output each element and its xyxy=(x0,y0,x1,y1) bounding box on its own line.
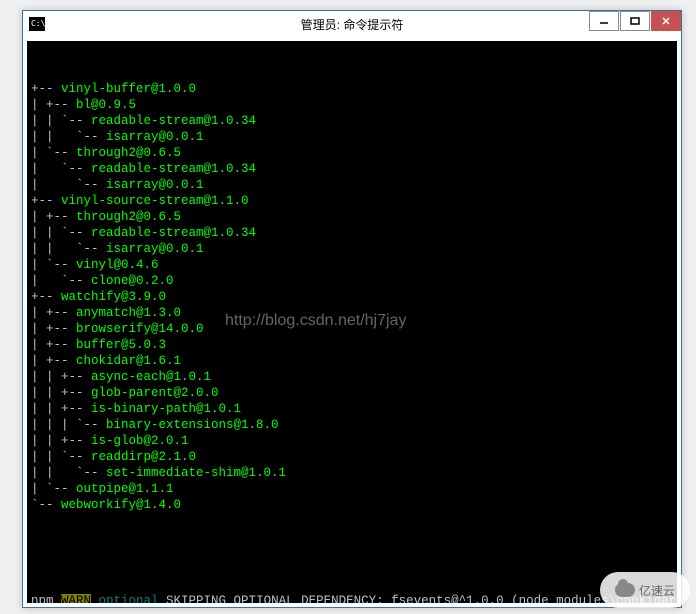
cmd-icon: C:\ xyxy=(29,17,45,31)
tree-line: | | | `-- binary-extensions@1.8.0 xyxy=(31,417,676,433)
package-name: isarray@0.0.1 xyxy=(106,130,204,144)
package-name: is-glob@2.0.1 xyxy=(91,434,189,448)
npm-warn-line: npm WARN optional SKIPPING OPTIONAL DEPE… xyxy=(31,593,676,603)
package-name: is-binary-path@1.0.1 xyxy=(91,402,241,416)
tree-line: | | +-- is-glob@2.0.1 xyxy=(31,433,676,449)
cloud-icon xyxy=(615,583,635,597)
close-button[interactable] xyxy=(651,11,681,31)
tree-line: +-- vinyl-source-stream@1.1.0 xyxy=(31,193,676,209)
terminal[interactable]: +-- vinyl-buffer@1.0.0| +-- bl@0.9.5| | … xyxy=(27,41,677,603)
tree-line: | `-- through2@0.6.5 xyxy=(31,145,676,161)
package-name: glob-parent@2.0.0 xyxy=(91,386,219,400)
tree-line: | `-- vinyl@0.4.6 xyxy=(31,257,676,273)
close-icon xyxy=(661,16,671,26)
tree-line: | +-- through2@0.6.5 xyxy=(31,209,676,225)
package-name: readable-stream@1.0.34 xyxy=(91,226,256,240)
package-name: vinyl-source-stream@1.1.0 xyxy=(61,194,249,208)
tree-line: | | `-- isarray@0.0.1 xyxy=(31,241,676,257)
terminal-content: +-- vinyl-buffer@1.0.0| +-- bl@0.9.5| | … xyxy=(27,41,677,603)
package-name: buffer@5.0.3 xyxy=(76,338,166,352)
tree-line: +-- watchify@3.9.0 xyxy=(31,289,676,305)
tree-line: | +-- chokidar@1.6.1 xyxy=(31,353,676,369)
package-name: isarray@0.0.1 xyxy=(106,178,204,192)
site-logo-watermark: 亿速云 xyxy=(600,572,690,608)
titlebar[interactable]: C:\ 管理员: 命令提示符 xyxy=(23,11,681,37)
tree-line: | `-- readable-stream@1.0.34 xyxy=(31,161,676,177)
tree-line: | | `-- set-immediate-shim@1.0.1 xyxy=(31,465,676,481)
tree-line: | | `-- readable-stream@1.0.34 xyxy=(31,113,676,129)
package-name: readable-stream@1.0.34 xyxy=(91,114,256,128)
tree-line: | | `-- readable-stream@1.0.34 xyxy=(31,225,676,241)
window-title: 管理员: 命令提示符 xyxy=(301,16,404,33)
package-name: clone@0.2.0 xyxy=(91,274,174,288)
tree-line: | | `-- isarray@0.0.1 xyxy=(31,129,676,145)
minimize-button[interactable] xyxy=(589,11,619,31)
tree-line: | `-- isarray@0.0.1 xyxy=(31,177,676,193)
npm-tree-output: +-- vinyl-buffer@1.0.0| +-- bl@0.9.5| | … xyxy=(31,81,676,513)
window-controls xyxy=(589,11,681,31)
package-name: binary-extensions@1.8.0 xyxy=(106,418,279,432)
tree-line: +-- vinyl-buffer@1.0.0 xyxy=(31,81,676,97)
tree-line: | +-- browserify@14.0.0 xyxy=(31,321,676,337)
package-name: through2@0.6.5 xyxy=(76,146,181,160)
tree-line: | | `-- readdirp@2.1.0 xyxy=(31,449,676,465)
maximize-button[interactable] xyxy=(620,11,650,31)
logo-text: 亿速云 xyxy=(639,582,675,599)
tree-line: `-- webworkify@1.4.0 xyxy=(31,497,676,513)
tree-line: | +-- anymatch@1.3.0 xyxy=(31,305,676,321)
tree-line: | | +-- async-each@1.0.1 xyxy=(31,369,676,385)
package-name: vinyl@0.4.6 xyxy=(76,258,159,272)
tree-line: | +-- bl@0.9.5 xyxy=(31,97,676,113)
package-name: anymatch@1.3.0 xyxy=(76,306,181,320)
package-name: browserify@14.0.0 xyxy=(76,322,204,336)
package-name: bl@0.9.5 xyxy=(76,98,136,112)
command-prompt-window: C:\ 管理员: 命令提示符 +-- vinyl-buffer@1.0.0| +… xyxy=(22,10,682,608)
maximize-icon xyxy=(630,16,640,26)
package-name: set-immediate-shim@1.0.1 xyxy=(106,466,286,480)
package-name: async-each@1.0.1 xyxy=(91,370,211,384)
tree-line: | `-- outpipe@1.1.1 xyxy=(31,481,676,497)
package-name: readable-stream@1.0.34 xyxy=(91,162,256,176)
tree-line: | `-- clone@0.2.0 xyxy=(31,273,676,289)
package-name: watchify@3.9.0 xyxy=(61,290,166,304)
package-name: outpipe@1.1.1 xyxy=(76,482,174,496)
tree-line: | | +-- is-binary-path@1.0.1 xyxy=(31,401,676,417)
tree-line: | | +-- glob-parent@2.0.0 xyxy=(31,385,676,401)
npm-warnings: npm WARN optional SKIPPING OPTIONAL DEPE… xyxy=(31,593,676,603)
minimize-icon xyxy=(599,16,609,26)
package-name: through2@0.6.5 xyxy=(76,210,181,224)
package-name: chokidar@1.6.1 xyxy=(76,354,181,368)
package-name: readdirp@2.1.0 xyxy=(91,450,196,464)
package-name: isarray@0.0.1 xyxy=(106,242,204,256)
package-name: vinyl-buffer@1.0.0 xyxy=(61,82,196,96)
package-name: webworkify@1.4.0 xyxy=(61,498,181,512)
tree-line: | +-- buffer@5.0.3 xyxy=(31,337,676,353)
